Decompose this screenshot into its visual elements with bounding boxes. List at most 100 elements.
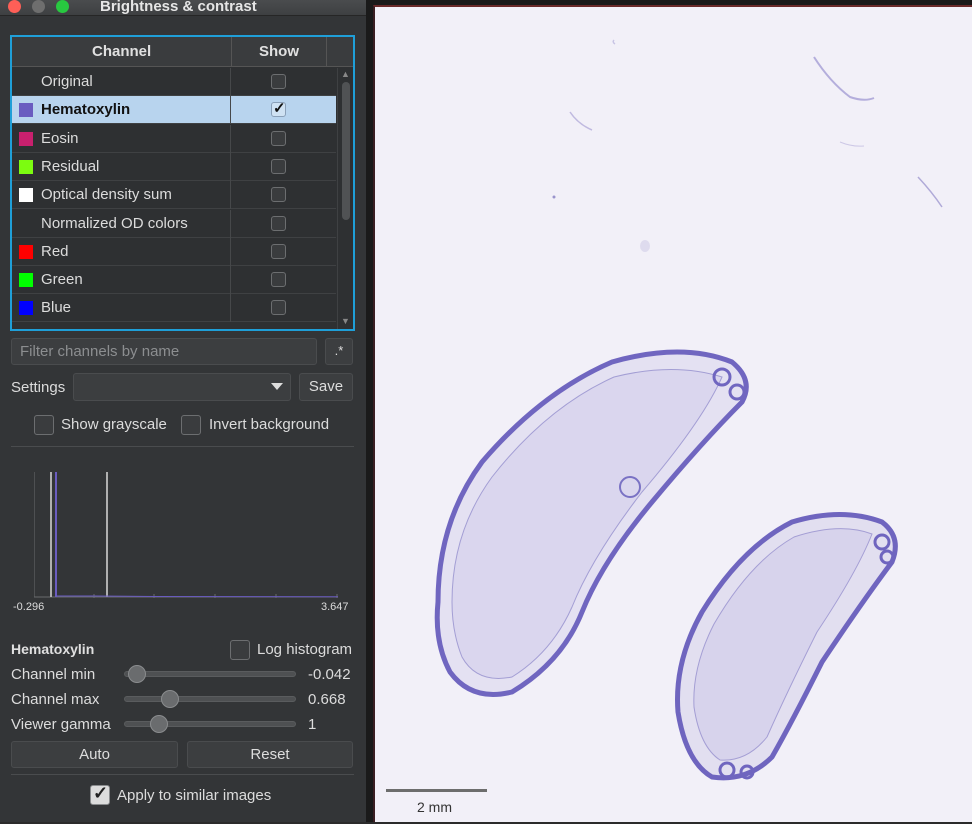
settings-label: Settings xyxy=(11,379,66,396)
invert-background-checkbox[interactable] xyxy=(181,415,201,435)
table-scrollbar[interactable]: ▲ ▼ xyxy=(337,68,353,329)
image-viewer[interactable] xyxy=(373,5,972,822)
channel-row[interactable]: Residual xyxy=(12,152,336,181)
title-bar: Brightness & contrast xyxy=(0,0,366,16)
apply-similar-checkbox[interactable]: ✓ xyxy=(90,783,110,805)
channel-max-slider[interactable] xyxy=(124,690,296,708)
histogram-max-label: 3.647 xyxy=(321,601,349,613)
header-divider xyxy=(326,37,327,67)
channel-max-label: Channel max xyxy=(11,691,100,708)
show-channel-checkbox[interactable] xyxy=(271,300,286,316)
column-divider xyxy=(230,209,231,238)
minimize-window-button[interactable] xyxy=(32,0,45,13)
channel-color-swatch xyxy=(19,244,33,259)
auto-button[interactable]: Auto xyxy=(11,741,178,768)
channel-color-swatch xyxy=(19,273,33,288)
channel-label: Normalized OD colors xyxy=(41,214,188,232)
channel-color-swatch xyxy=(19,159,33,174)
channel-label: Green xyxy=(41,271,83,289)
channel-label: Red xyxy=(41,242,69,260)
divider xyxy=(11,774,354,775)
show-channel-checkbox[interactable] xyxy=(271,158,286,174)
column-divider xyxy=(230,237,231,266)
channel-row[interactable]: Green xyxy=(12,266,336,295)
channel-row[interactable]: Hematoxylin ✓ xyxy=(12,96,336,125)
channel-color-swatch xyxy=(19,301,33,316)
scale-bar xyxy=(386,789,487,792)
zoom-window-button[interactable] xyxy=(56,0,69,13)
show-grayscale-checkbox[interactable] xyxy=(34,415,54,435)
channel-min-label: Channel min xyxy=(11,666,96,683)
channel-label: Residual xyxy=(41,157,100,175)
scroll-up-icon[interactable]: ▲ xyxy=(341,69,350,79)
dropdown-caret-icon xyxy=(271,383,283,390)
brightness-contrast-panel: Brightness & contrast Channel Show Origi… xyxy=(0,0,366,822)
show-channel-checkbox[interactable] xyxy=(271,74,286,89)
channel-color-swatch xyxy=(19,131,33,146)
channel-label: Blue xyxy=(41,299,72,317)
show-column-header[interactable]: Show xyxy=(259,43,299,60)
column-divider xyxy=(230,294,231,323)
channel-row[interactable]: Original xyxy=(12,68,336,96)
settings-dropdown[interactable] xyxy=(73,373,291,401)
channel-row[interactable]: Red xyxy=(12,237,336,266)
channel-label: Eosin xyxy=(41,129,79,147)
column-divider xyxy=(230,152,231,181)
selected-channel-name: Hematoxylin xyxy=(11,641,95,657)
channel-label: Original xyxy=(41,73,93,90)
column-divider xyxy=(230,181,231,210)
channel-row[interactable]: Eosin xyxy=(12,124,336,153)
channel-color-swatch xyxy=(19,188,33,203)
channel-min-value: -0.042 xyxy=(308,666,351,683)
channel-table: Channel Show Original Hematoxylin ✓ Eosin Re… xyxy=(10,35,355,331)
viewer-gamma-slider[interactable] xyxy=(124,715,296,733)
checkmark-icon: ✓ xyxy=(273,100,286,118)
viewer-gamma-knob[interactable] xyxy=(150,715,169,733)
regex-toggle-button[interactable]: .* xyxy=(325,338,353,365)
channel-row[interactable]: Blue xyxy=(12,294,336,323)
channel-min-slider[interactable] xyxy=(124,665,296,683)
tissue-image xyxy=(434,39,943,781)
log-histogram-checkbox[interactable] xyxy=(230,640,250,660)
viewer-gamma-label: Viewer gamma xyxy=(11,716,111,733)
column-divider xyxy=(230,266,231,295)
apply-similar-label: Apply to similar images xyxy=(117,787,272,804)
column-divider xyxy=(230,68,231,96)
divider xyxy=(11,446,354,447)
channel-column-header[interactable]: Channel xyxy=(92,43,151,60)
channel-label: Optical density sum xyxy=(41,186,172,204)
show-channel-checkbox[interactable]: ✓ xyxy=(271,100,286,118)
channel-max-knob[interactable] xyxy=(160,690,179,708)
filter-input[interactable] xyxy=(12,339,316,364)
reset-button[interactable]: Reset xyxy=(187,741,353,768)
window-title: Brightness & contrast xyxy=(100,0,257,15)
column-divider xyxy=(230,96,231,125)
channel-color-swatch xyxy=(19,103,33,118)
save-button[interactable]: Save xyxy=(299,373,353,401)
scale-bar-label: 2 mm xyxy=(417,799,452,815)
scrollbar-thumb[interactable] xyxy=(342,82,350,220)
show-channel-checkbox[interactable] xyxy=(271,243,286,259)
show-channel-checkbox[interactable] xyxy=(271,272,286,288)
histogram[interactable] xyxy=(34,472,338,598)
channel-row[interactable]: Normalized OD colors xyxy=(12,209,336,238)
filter-field[interactable] xyxy=(11,338,317,365)
show-channel-checkbox[interactable] xyxy=(271,215,286,231)
histogram-min-label: -0.296 xyxy=(13,601,45,613)
invert-background-label: Invert background xyxy=(209,416,330,433)
channel-label: Hematoxylin xyxy=(41,101,131,119)
show-channel-checkbox[interactable] xyxy=(271,187,286,203)
table-header: Channel Show xyxy=(12,37,353,67)
channel-min-knob[interactable] xyxy=(128,665,147,683)
log-histogram-label: Log histogram xyxy=(257,641,353,658)
column-divider xyxy=(230,124,231,153)
header-divider xyxy=(231,37,232,67)
close-window-button[interactable] xyxy=(8,0,21,13)
show-channel-checkbox[interactable] xyxy=(271,130,286,146)
channel-max-value: 0.668 xyxy=(308,691,346,708)
channel-row[interactable]: Optical density sum xyxy=(12,181,336,210)
scroll-down-icon[interactable]: ▼ xyxy=(341,316,350,326)
show-grayscale-label: Show grayscale xyxy=(61,416,167,433)
checkmark-icon: ✓ xyxy=(93,783,109,803)
viewer-gamma-value: 1 xyxy=(308,716,317,733)
